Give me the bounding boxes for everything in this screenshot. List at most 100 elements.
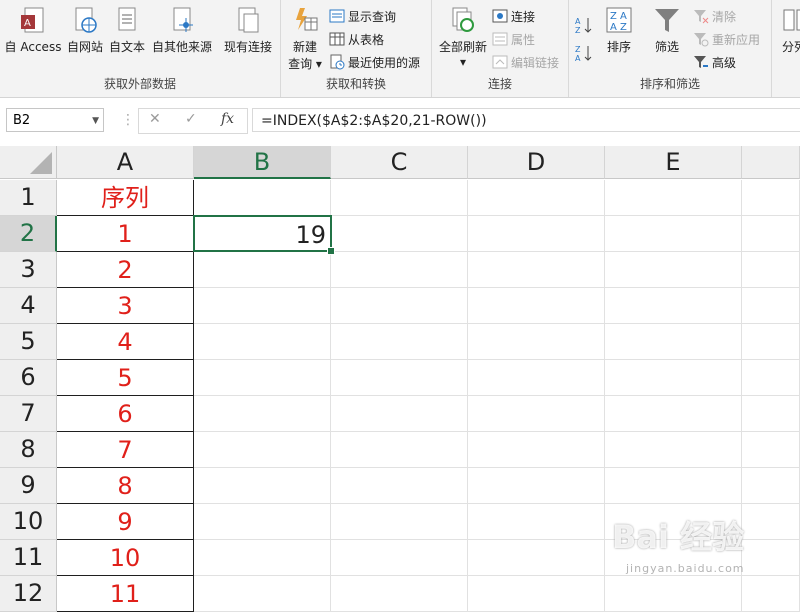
grid-cell[interactable] <box>194 468 331 504</box>
cell-a[interactable]: 序列 <box>57 180 194 216</box>
grid-cell[interactable] <box>468 540 605 576</box>
grid-cell[interactable] <box>468 360 605 396</box>
active-cell-b2[interactable]: 19 <box>193 215 332 252</box>
grid-cell[interactable] <box>331 324 468 360</box>
column-header-b[interactable]: B <box>194 146 331 179</box>
grid-cell[interactable] <box>468 216 605 252</box>
grid-cell[interactable] <box>331 216 468 252</box>
row-header[interactable]: 5 <box>0 324 57 360</box>
column-header-f[interactable] <box>742 146 800 179</box>
grid-cell[interactable] <box>742 396 800 432</box>
grid-cell[interactable] <box>194 360 331 396</box>
grid-cell[interactable] <box>742 360 800 396</box>
from-other-sources-button[interactable]: 自其他来源 <box>150 6 214 55</box>
grid-cell[interactable] <box>331 360 468 396</box>
grid-cell[interactable] <box>468 468 605 504</box>
grid-cell[interactable] <box>742 288 800 324</box>
grid-cell[interactable] <box>742 216 800 252</box>
row-header[interactable]: 12 <box>0 576 57 612</box>
grid-cell[interactable] <box>468 180 605 216</box>
row-header[interactable]: 8 <box>0 432 57 468</box>
grid-cell[interactable] <box>331 252 468 288</box>
advanced-filter-button[interactable]: 高级 <box>693 52 736 72</box>
refresh-all-button[interactable]: 全部刷新 ▾ <box>436 6 490 69</box>
grid-cell[interactable] <box>742 252 800 288</box>
from-access-button[interactable]: A 自 Access <box>4 6 62 55</box>
row-header[interactable]: 4 <box>0 288 57 324</box>
fill-handle[interactable] <box>327 247 335 255</box>
cell-a[interactable]: 1 <box>57 216 194 252</box>
grid-cell[interactable] <box>742 540 800 576</box>
grid-cell[interactable] <box>194 180 331 216</box>
grid-cell[interactable] <box>605 216 742 252</box>
clear-filter-button[interactable]: 清除 <box>693 6 736 26</box>
row-header[interactable]: 10 <box>0 504 57 540</box>
cell-a[interactable]: 5 <box>57 360 194 396</box>
row-header[interactable]: 9 <box>0 468 57 504</box>
select-all-button[interactable] <box>0 146 57 179</box>
column-header-a[interactable]: A <box>57 146 194 179</box>
grid-cell[interactable] <box>605 324 742 360</box>
existing-connections-button[interactable]: 现有连接 <box>220 6 276 55</box>
grid-cell[interactable] <box>605 396 742 432</box>
grid-cell[interactable] <box>605 288 742 324</box>
grid-cell[interactable] <box>331 540 468 576</box>
grid-cell[interactable] <box>605 468 742 504</box>
grid-cell[interactable] <box>331 432 468 468</box>
row-header[interactable]: 6 <box>0 360 57 396</box>
cell-a[interactable]: 9 <box>57 504 194 540</box>
grid-cell[interactable] <box>742 432 800 468</box>
from-text-button[interactable]: 自文本 <box>106 6 148 55</box>
from-table-button[interactable]: 从表格 <box>329 29 384 49</box>
cancel-icon[interactable]: ✕ <box>149 111 161 127</box>
chevron-down-icon[interactable]: ▼ <box>92 109 99 133</box>
new-query-button[interactable]: 新建 查询 ▾ <box>285 6 325 72</box>
grid-cell[interactable] <box>331 396 468 432</box>
column-header-c[interactable]: C <box>331 146 468 179</box>
row-header[interactable]: 3 <box>0 252 57 288</box>
grid-cell[interactable] <box>194 324 331 360</box>
grid-cell[interactable] <box>742 324 800 360</box>
from-web-button[interactable]: 自网站 <box>64 6 106 55</box>
grid-cell[interactable] <box>194 396 331 432</box>
insert-function-icon[interactable]: fx <box>221 111 234 127</box>
edit-links-button[interactable]: 编辑链接 <box>492 52 559 72</box>
grid-cell[interactable] <box>605 252 742 288</box>
grid-cell[interactable] <box>605 180 742 216</box>
cell-a[interactable]: 7 <box>57 432 194 468</box>
grid-cell[interactable] <box>468 288 605 324</box>
grid-cell[interactable] <box>331 504 468 540</box>
grid-cell[interactable] <box>468 324 605 360</box>
grid-cell[interactable] <box>742 468 800 504</box>
reapply-button[interactable]: 重新应用 <box>693 29 760 49</box>
grid-cell[interactable] <box>194 432 331 468</box>
grid-cell[interactable] <box>194 504 331 540</box>
sort-z-to-a-button[interactable]: ZA <box>575 42 594 63</box>
properties-button[interactable]: 属性 <box>492 29 535 49</box>
grid-cell[interactable] <box>742 504 800 540</box>
cell-a[interactable]: 6 <box>57 396 194 432</box>
grid-cell[interactable] <box>194 288 331 324</box>
grid-cell[interactable] <box>468 252 605 288</box>
grid-cell[interactable] <box>742 180 800 216</box>
text-to-columns-button[interactable]: 分列 <box>782 6 800 55</box>
grid-cell[interactable] <box>331 180 468 216</box>
row-header[interactable]: 7 <box>0 396 57 432</box>
grid-cell[interactable] <box>468 396 605 432</box>
grid-cell[interactable] <box>194 576 331 612</box>
row-header[interactable]: 2 <box>0 216 57 252</box>
cell-a[interactable]: 11 <box>57 576 194 612</box>
cell-a[interactable]: 4 <box>57 324 194 360</box>
filter-button[interactable]: 筛选 <box>649 6 685 55</box>
show-queries-button[interactable]: 显示查询 <box>329 6 396 26</box>
grid-cell[interactable] <box>331 288 468 324</box>
name-box[interactable]: B2 ▼ <box>6 108 104 132</box>
recent-sources-button[interactable]: 最近使用的源 <box>329 52 420 72</box>
column-header-e[interactable]: E <box>605 146 742 179</box>
cell-a[interactable]: 10 <box>57 540 194 576</box>
sort-a-to-z-button[interactable]: AZ <box>575 14 594 35</box>
grid-cell[interactable] <box>194 252 331 288</box>
grid-cell[interactable] <box>468 432 605 468</box>
row-header[interactable]: 11 <box>0 540 57 576</box>
cell-a[interactable]: 3 <box>57 288 194 324</box>
